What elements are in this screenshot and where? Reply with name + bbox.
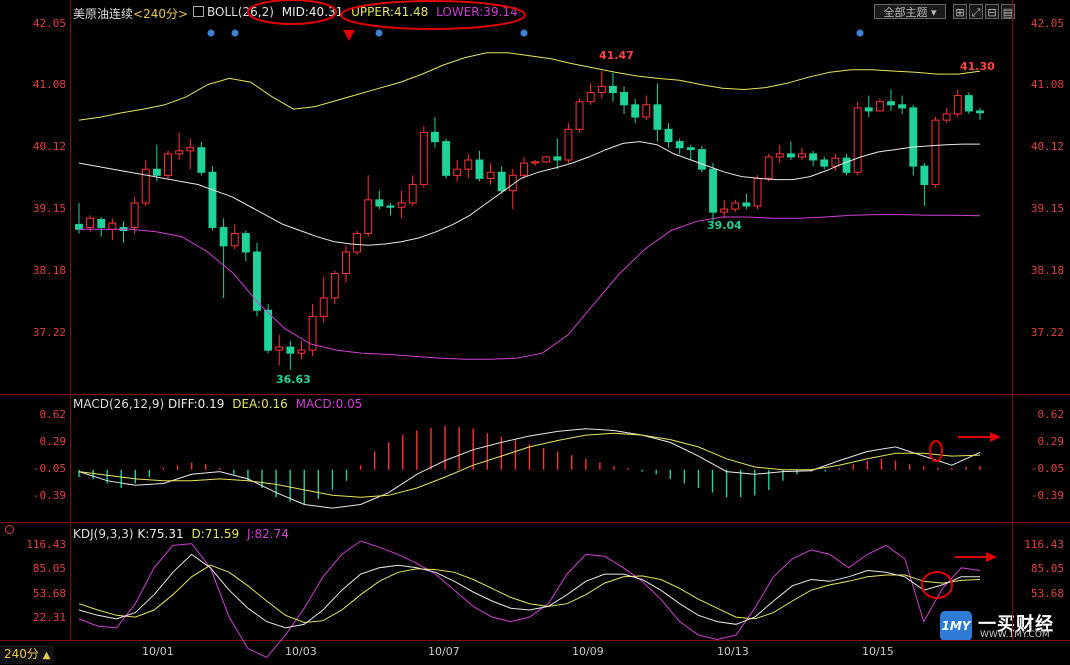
signal-dot	[375, 29, 383, 37]
annotation-high: 41.30	[960, 60, 995, 73]
candle-body	[97, 218, 106, 228]
candle-body	[864, 107, 873, 112]
candle-body	[642, 104, 651, 118]
signal-dot	[207, 29, 215, 37]
candle-body	[942, 113, 951, 121]
candle-body	[286, 346, 295, 354]
candle-body	[219, 226, 228, 247]
candle-body	[764, 156, 773, 179]
candle-body	[686, 147, 695, 151]
candle-body	[375, 199, 384, 207]
candle-body	[853, 107, 862, 173]
candle-body	[597, 85, 606, 94]
candle-body	[164, 153, 172, 176]
candle-body	[842, 157, 851, 173]
candle-body	[809, 153, 818, 161]
annotation-low: 39.04	[707, 219, 742, 232]
candle-body	[197, 147, 206, 173]
candle-body	[875, 101, 884, 112]
candle-body	[486, 171, 495, 179]
candle-body	[175, 150, 184, 155]
markup-circle	[247, 0, 337, 25]
candle-body	[653, 104, 662, 130]
candle-body	[831, 157, 840, 167]
candle-body	[887, 101, 895, 106]
candle-body	[397, 202, 406, 208]
signal-dot	[231, 29, 239, 37]
candle-body	[208, 171, 217, 228]
candle-body	[408, 184, 417, 204]
candle-body	[775, 153, 784, 158]
candle-body	[931, 119, 940, 186]
candle-body	[920, 165, 929, 186]
candle-body	[475, 159, 484, 179]
candle-body	[275, 346, 284, 351]
candle-body	[442, 141, 451, 176]
candle-body	[753, 177, 762, 207]
candle-body	[731, 202, 740, 210]
candle-body	[419, 131, 428, 186]
signal-dot	[520, 29, 528, 37]
candle-body	[608, 85, 617, 94]
candle-body	[631, 104, 640, 118]
candle-body	[820, 159, 829, 167]
candle-body	[152, 168, 161, 176]
candle-body	[553, 156, 562, 161]
candle-body	[709, 168, 717, 213]
candle-body	[620, 92, 628, 106]
candle-body	[186, 147, 195, 152]
candle-body	[798, 153, 806, 158]
candle-body	[742, 202, 751, 207]
candle-body	[130, 202, 139, 228]
candle-body	[75, 223, 83, 230]
candle-body	[953, 95, 962, 115]
candle-body	[898, 104, 907, 109]
candle-body	[230, 233, 239, 247]
markup-circle	[340, 0, 526, 30]
candle-body	[542, 156, 551, 163]
candle-body	[342, 251, 350, 274]
markup-circle	[929, 440, 943, 462]
candle-body	[453, 168, 462, 176]
candle-body	[586, 92, 595, 103]
candle-body	[386, 205, 395, 208]
annotation-high: 41.47	[599, 49, 634, 62]
kdj-d-line	[78, 564, 981, 624]
markup-arrow	[986, 552, 997, 562]
candle-body	[264, 309, 273, 351]
candle-body	[964, 95, 973, 112]
chart-canvas: 41.47 36.63 39.04 41.30	[0, 0, 1070, 659]
candle-body	[330, 272, 339, 299]
candle-body	[86, 217, 95, 228]
candle-body	[364, 199, 373, 235]
candle-body	[786, 153, 795, 158]
candle-body	[575, 101, 584, 130]
candle-body	[976, 110, 984, 114]
markup-arrow	[990, 432, 1001, 442]
candle-body	[297, 349, 306, 354]
kdj-j-line	[78, 540, 981, 659]
candle-body	[519, 162, 528, 176]
boll-upper-line	[78, 52, 981, 121]
candle-body	[241, 233, 250, 253]
candle-body	[675, 141, 684, 149]
candle-body	[909, 107, 918, 167]
candle-body	[319, 297, 328, 317]
candle-body	[108, 222, 117, 230]
candle-body	[353, 233, 362, 253]
boll-lower-line	[79, 214, 981, 360]
candle-body	[464, 159, 473, 170]
markup-arrow	[343, 30, 355, 41]
candle-body	[531, 161, 540, 164]
signal-dot	[856, 29, 864, 37]
candle-body	[664, 128, 673, 143]
candle-body	[431, 131, 439, 143]
candle-body	[497, 171, 506, 192]
markup-circle	[921, 571, 953, 599]
candle-body	[720, 208, 729, 213]
candle-body	[564, 128, 573, 161]
annotation-low: 36.63	[276, 373, 311, 386]
candle-body	[697, 149, 706, 170]
